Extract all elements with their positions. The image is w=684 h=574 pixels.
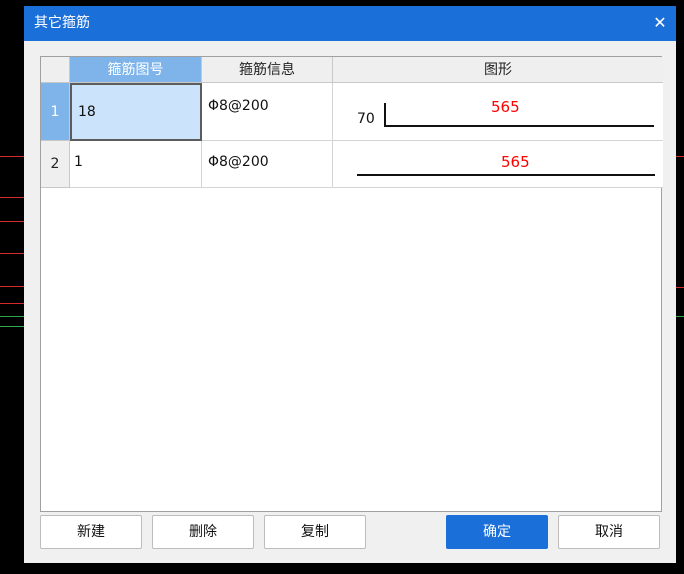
length-dimension-label: 565 (491, 98, 520, 116)
figure-no-value: 18 (78, 104, 96, 120)
copy-button[interactable]: 复制 (264, 515, 366, 549)
dialog-title: 其它箍筋 (34, 15, 90, 31)
shape-cell[interactable]: 70 565 (333, 83, 663, 141)
info-value: Φ8@200 (208, 98, 269, 114)
figure-no-value: 1 (74, 154, 83, 170)
cancel-button[interactable]: 取消 (558, 515, 660, 549)
row-number[interactable]: 1 (41, 83, 70, 141)
figure-no-cell[interactable]: 1 (70, 141, 202, 188)
title-bar: 其它箍筋 ✕ (24, 6, 676, 41)
background-line (0, 286, 24, 287)
shape-drawing: 565 (357, 153, 655, 176)
background-line (0, 326, 24, 327)
close-icon[interactable]: ✕ (650, 13, 670, 33)
background-line (0, 316, 24, 317)
figure-no-cell[interactable]: 18 (70, 83, 202, 141)
table-corner[interactable] (41, 57, 70, 83)
other-stirrups-dialog: 其它箍筋 ✕ 箍筋图号 箍筋信息 图形 1 18 Φ8@200 70 565 2… (24, 6, 676, 563)
column-header-shape[interactable]: 图形 (333, 57, 663, 83)
background-line (0, 253, 24, 254)
ok-button[interactable]: 确定 (446, 515, 548, 549)
background-line (0, 156, 24, 157)
hook-dimension-label: 70 (357, 111, 375, 127)
stirrup-table: 箍筋图号 箍筋信息 图形 1 18 Φ8@200 70 565 2 1 Φ8@2… (40, 56, 663, 512)
info-cell[interactable]: Φ8@200 (202, 83, 333, 141)
length-dimension-label: 565 (501, 153, 530, 171)
column-header-figure-no[interactable]: 箍筋图号 (70, 57, 202, 83)
new-button[interactable]: 新建 (40, 515, 142, 549)
background-line (0, 303, 24, 304)
background-line (0, 197, 24, 198)
delete-button[interactable]: 删除 (152, 515, 254, 549)
background-line (676, 316, 684, 317)
info-value: Φ8@200 (208, 154, 269, 170)
row-number[interactable]: 2 (41, 141, 70, 188)
info-cell[interactable]: Φ8@200 (202, 141, 333, 188)
shape-drawing: 70 565 (357, 98, 654, 127)
background-line (676, 287, 684, 288)
column-header-info[interactable]: 箍筋信息 (202, 57, 333, 83)
background-line (0, 221, 24, 222)
background-line (676, 156, 684, 157)
shape-cell[interactable]: 565 (333, 141, 663, 188)
